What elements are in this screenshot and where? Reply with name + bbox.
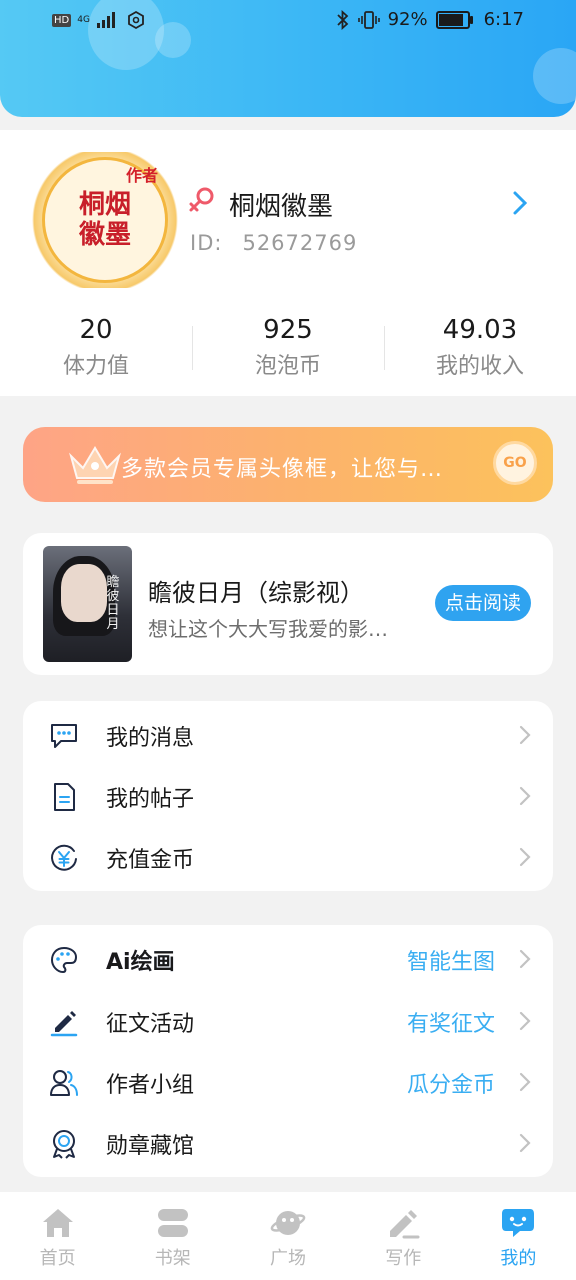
stat-label: 我的收入 xyxy=(435,354,524,379)
tab-label: 我的 xyxy=(500,1248,537,1269)
menu-item-medal-hall[interactable]: 勋章藏馆 xyxy=(23,1113,553,1174)
message-icon xyxy=(51,724,77,748)
user-id-label: ID: xyxy=(190,231,223,255)
vip-banner[interactable]: 多款会员专属头像框，让您与… GO xyxy=(23,427,553,502)
menu-label: 我的消息 xyxy=(106,726,195,751)
tab-mine[interactable]: 我的 xyxy=(461,1192,576,1280)
stat-stamina[interactable]: 20 体力值 xyxy=(0,310,192,384)
banner-text: 多款会员专属头像框，让您与… xyxy=(121,457,444,482)
menu-label: 征文活动 xyxy=(106,1012,195,1037)
chevron-right-icon xyxy=(519,847,531,867)
stat-label: 体力值 xyxy=(62,354,129,379)
chevron-right-icon xyxy=(519,1133,531,1153)
chevron-right-icon xyxy=(519,786,531,806)
cover-title: 瞻彼日月 xyxy=(106,575,120,632)
menu-item-author-group[interactable]: 作者小组 瓜分金币 xyxy=(23,1052,553,1113)
stat-value: 49.03 xyxy=(442,315,518,345)
menu-item-messages[interactable]: 我的消息 xyxy=(23,705,553,766)
menu-label: 勋章藏馆 xyxy=(106,1134,195,1159)
avatar-author-badge: 作者 xyxy=(125,166,158,185)
tab-label: 首页 xyxy=(39,1248,76,1269)
menu-item-essay-contest[interactable]: 征文活动 有奖征文 xyxy=(23,991,553,1052)
home-icon xyxy=(42,1209,73,1237)
battery-percent: 92% xyxy=(387,9,428,30)
tab-home[interactable]: 首页 xyxy=(0,1192,115,1280)
book-cover[interactable]: 瞻彼日月 xyxy=(43,546,132,662)
go-button[interactable]: GO xyxy=(493,441,537,485)
chevron-right-icon xyxy=(519,949,531,969)
signal-icon xyxy=(96,12,115,28)
chevron-right-icon xyxy=(519,1011,531,1031)
avatar[interactable]: 作者 桐烟徽墨 xyxy=(30,152,180,288)
menu-right-text: 智能生图 xyxy=(406,950,495,975)
tab-label: 写作 xyxy=(385,1248,422,1269)
chat-bubble-icon xyxy=(502,1209,535,1237)
book-title: 瞻彼日月（综影视） xyxy=(148,579,364,607)
user-id: ID: 52672769 xyxy=(190,231,357,255)
palette-icon xyxy=(50,946,78,974)
tab-square[interactable]: 广场 xyxy=(230,1192,345,1280)
write-icon xyxy=(390,1210,420,1239)
battery-icon xyxy=(435,10,473,29)
tab-label: 书架 xyxy=(154,1248,191,1269)
status-bar: HD 4G 92% 6:17 xyxy=(0,0,576,42)
stat-label: 泡泡币 xyxy=(254,354,321,379)
stat-bubble-coins[interactable]: 925 泡泡币 xyxy=(192,310,384,384)
tab-bookshelf[interactable]: 书架 xyxy=(115,1192,230,1280)
document-icon xyxy=(54,783,75,811)
network-type: 4G xyxy=(77,14,90,25)
read-button[interactable]: 点击阅读 xyxy=(434,585,531,621)
menu-label: 充值金币 xyxy=(106,848,195,873)
decor-bubble xyxy=(533,48,576,104)
bookshelf-icon xyxy=(157,1209,188,1237)
tab-label: 广场 xyxy=(270,1248,306,1269)
stat-income[interactable]: 49.03 我的收入 xyxy=(384,310,576,384)
profile-section: 作者 桐烟徽墨 桐烟徽墨 ID: 52672769 20 体力值 925 泡泡币 … xyxy=(0,130,576,396)
female-icon xyxy=(189,187,214,212)
menu-item-recharge[interactable]: 充值金币 xyxy=(23,827,553,888)
clock: 6:17 xyxy=(483,9,524,30)
group-icon xyxy=(50,1070,78,1096)
menu-card-secondary: Ai绘画 智能生图 征文活动 有奖征文 作者小组 瓜分金币 勋章藏馆 xyxy=(23,925,553,1177)
stat-value: 20 xyxy=(79,315,113,345)
menu-right-text: 瓜分金币 xyxy=(406,1073,495,1098)
menu-label: 作者小组 xyxy=(106,1073,195,1098)
coin-icon xyxy=(51,844,77,871)
menu-label: 我的帖子 xyxy=(106,787,195,812)
bluetooth-icon xyxy=(336,9,348,30)
bottom-tab-bar: 首页 书架 广场 写作 我的 xyxy=(0,1192,576,1280)
chevron-right-icon xyxy=(519,1072,531,1092)
menu-right-text: 有奖征文 xyxy=(406,1012,495,1037)
medal-icon xyxy=(53,1130,75,1159)
settings-hex-icon xyxy=(128,10,144,30)
book-card[interactable]: 瞻彼日月 瞻彼日月（综影视） 想让这个大大写我爱的影… 点击阅读 xyxy=(23,533,553,675)
pen-icon xyxy=(50,1011,78,1037)
chevron-right-icon xyxy=(519,725,531,745)
menu-item-ai-painting[interactable]: Ai绘画 智能生图 xyxy=(23,929,553,990)
vibrate-icon xyxy=(357,10,380,29)
hd-badge: HD xyxy=(52,13,72,27)
avatar-signature: 桐烟徽墨 xyxy=(78,190,131,250)
planet-icon xyxy=(270,1211,306,1235)
menu-label-ai: Ai绘画 xyxy=(106,944,175,976)
stats-row: 20 体力值 925 泡泡币 49.03 我的收入 xyxy=(0,310,576,384)
profile-chevron-right-icon[interactable] xyxy=(512,190,528,216)
crown-icon xyxy=(69,446,121,484)
user-id-value: 52672769 xyxy=(242,231,358,255)
tab-write[interactable]: 写作 xyxy=(346,1192,461,1280)
user-name: 桐烟徽墨 xyxy=(229,192,334,222)
stat-value: 925 xyxy=(263,315,313,345)
book-description: 想让这个大大写我爱的影… xyxy=(148,617,388,641)
menu-card-primary: 我的消息 我的帖子 充值金币 xyxy=(23,701,553,891)
menu-item-posts[interactable]: 我的帖子 xyxy=(23,766,553,827)
cover-face xyxy=(61,564,107,622)
